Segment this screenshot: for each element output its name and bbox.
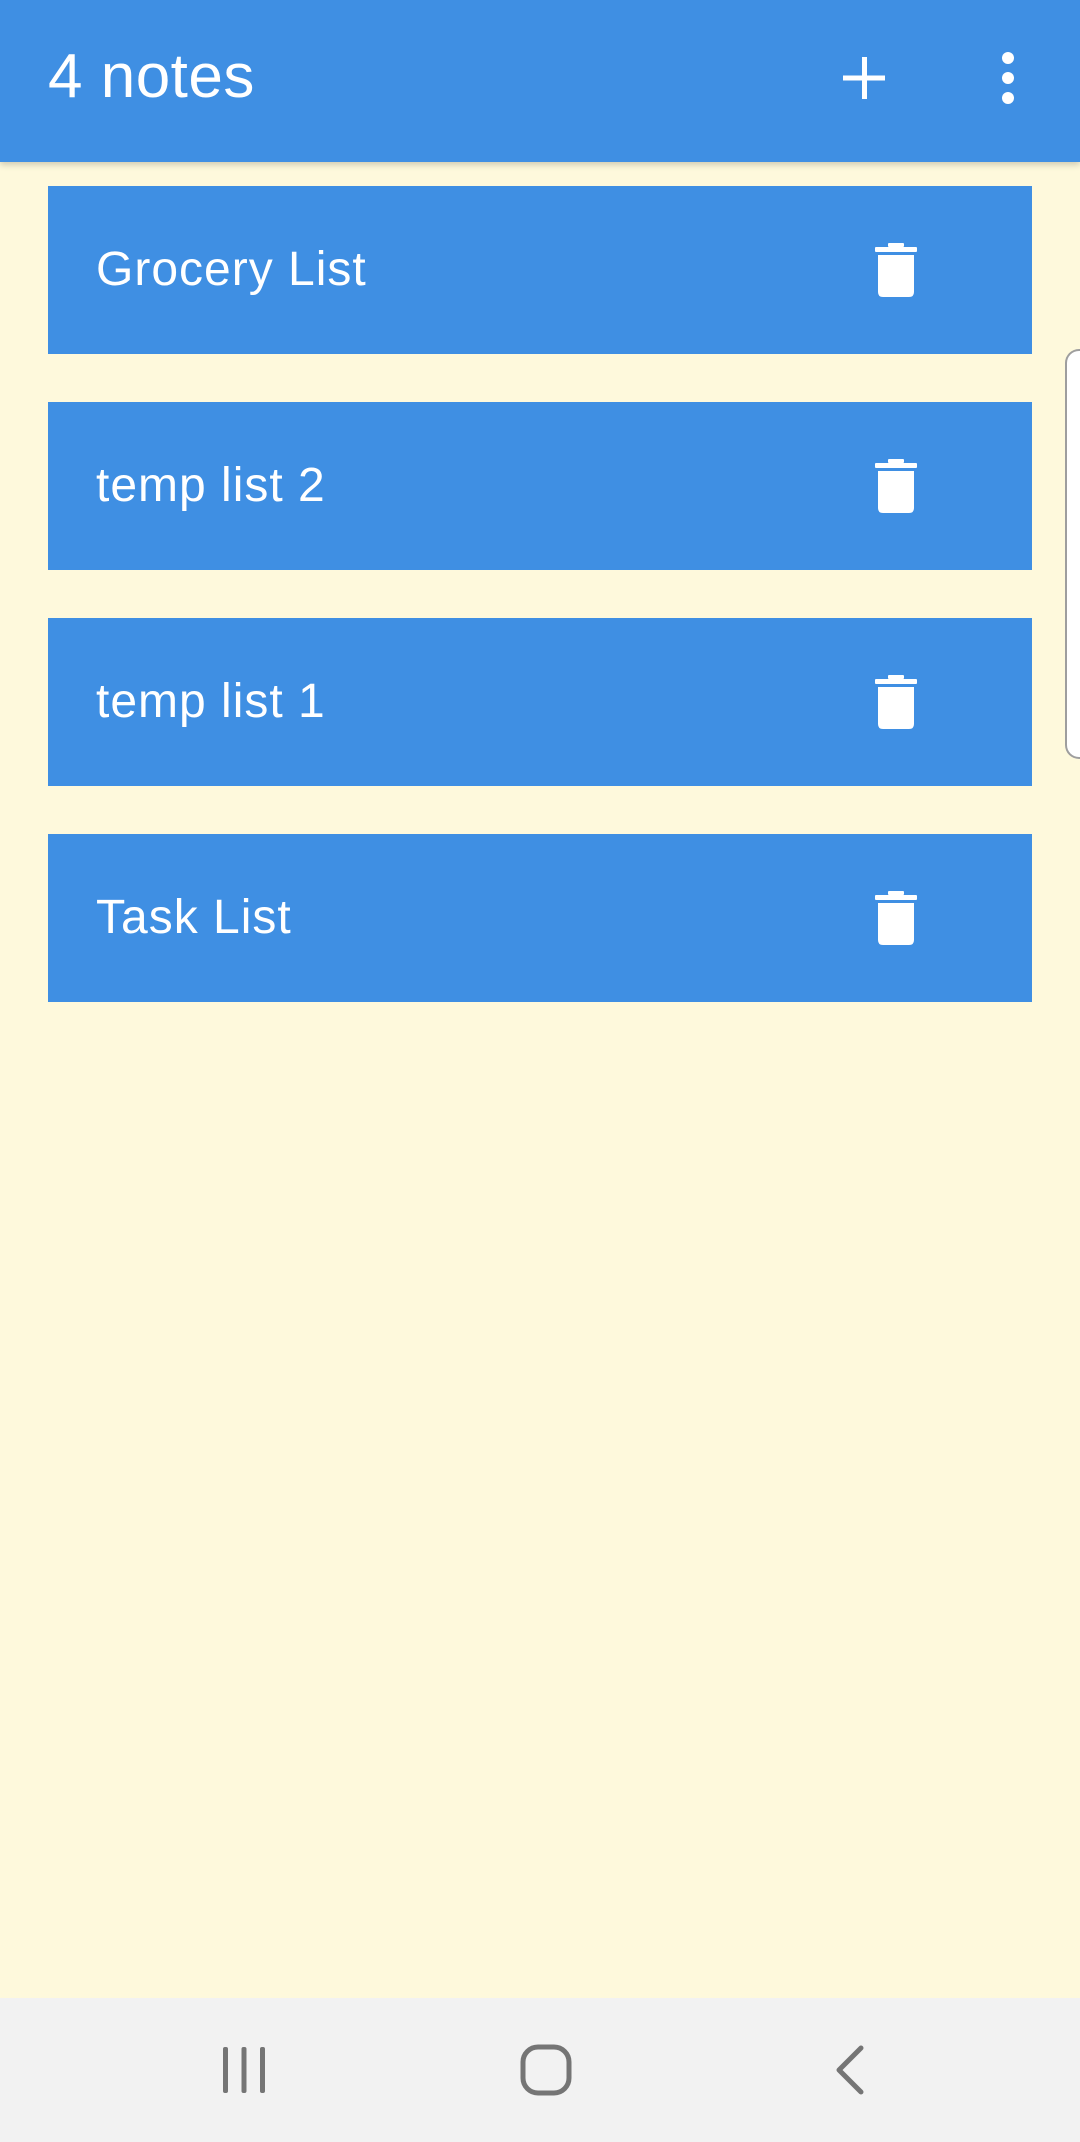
add-note-button[interactable] (820, 38, 908, 118)
recents-icon (223, 2047, 265, 2093)
delete-note-button[interactable] (856, 662, 936, 742)
note-title: Grocery List (96, 243, 367, 296)
trash-icon (875, 459, 917, 513)
system-nav-bar (0, 1998, 1080, 2142)
delete-note-button[interactable] (856, 446, 936, 526)
note-item[interactable]: temp list 2 (48, 402, 1032, 570)
more-options-button[interactable] (968, 38, 1048, 118)
note-title: temp list 2 (96, 459, 326, 512)
more-vert-icon (1002, 52, 1014, 104)
note-item[interactable]: Grocery List (48, 186, 1032, 354)
note-title: temp list 1 (96, 675, 326, 728)
back-icon (836, 2045, 864, 2095)
trash-icon (875, 675, 917, 729)
note-item[interactable]: Task List (48, 834, 1032, 1002)
note-item[interactable]: temp list 1 (48, 618, 1032, 786)
notes-content: Grocery List temp list 2 temp list 1 Tas… (0, 162, 1080, 1998)
home-button[interactable] (496, 2020, 596, 2120)
note-title: Task List (96, 891, 292, 944)
note-list: Grocery List temp list 2 temp list 1 Tas… (48, 186, 1032, 1050)
app-bar: 4 notes (0, 0, 1080, 162)
plus-icon (843, 57, 885, 99)
trash-icon (875, 891, 917, 945)
recents-button[interactable] (194, 2020, 294, 2120)
home-icon (520, 2044, 572, 2096)
delete-note-button[interactable] (856, 878, 936, 958)
edge-panel-handle[interactable] (1065, 349, 1080, 759)
delete-note-button[interactable] (856, 230, 936, 310)
trash-icon (875, 243, 917, 297)
page-title: 4 notes (48, 42, 255, 111)
back-button[interactable] (800, 2020, 900, 2120)
